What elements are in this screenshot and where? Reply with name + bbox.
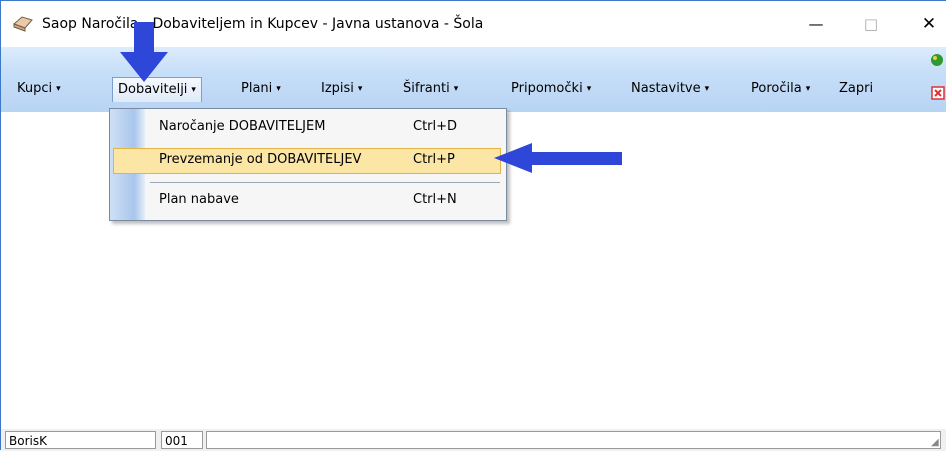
- arrow-left-annotation: [494, 143, 622, 173]
- dropdown-item-prevzemanje[interactable]: Prevzemanje od DOBAVITELJEV Ctrl+P: [113, 148, 501, 174]
- menu-izpisi[interactable]: Izpisi ▾: [321, 79, 362, 99]
- window-title: Saop Naročila - Dobaviteljem in Kupcev -…: [42, 16, 484, 32]
- dropdown-item-shortcut: Ctrl+D: [413, 119, 458, 134]
- dropdown-separator: [150, 182, 500, 183]
- menu-porocila-label: Poročila: [751, 81, 802, 96]
- chevron-down-icon: ▾: [586, 84, 592, 94]
- menu-zapri[interactable]: Zapri: [839, 79, 873, 99]
- status-message: [206, 431, 941, 449]
- dropdown-item-shortcut: Ctrl+P: [413, 152, 455, 167]
- dropdown-item-narocanje[interactable]: Naročanje DOBAVITELJEM Ctrl+D: [110, 116, 506, 140]
- menu-plani[interactable]: Plani ▾: [241, 79, 281, 99]
- chevron-down-icon: ▾: [704, 84, 710, 94]
- chevron-down-icon: ▾: [56, 84, 61, 94]
- menu-plani-label: Plani: [241, 81, 273, 96]
- menu-kupci[interactable]: Kupci ▾: [17, 79, 61, 99]
- menu-zapri-label: Zapri: [839, 81, 874, 96]
- chevron-down-icon: ▾: [276, 84, 281, 94]
- menu-nastavitve[interactable]: Nastavitve ▾: [631, 79, 709, 99]
- menu-sifranti[interactable]: Šifranti ▾: [403, 79, 458, 99]
- minimize-button[interactable]: —: [801, 11, 831, 37]
- dobavitelji-dropdown: Naročanje DOBAVITELJEM Ctrl+D Prevzemanj…: [109, 108, 507, 221]
- resize-grip-icon[interactable]: ◢: [931, 437, 939, 448]
- menu-porocila[interactable]: Poročila ▾: [751, 79, 810, 99]
- close-button[interactable]: ✕: [914, 11, 944, 37]
- dropdown-item-shortcut: Ctrl+N: [413, 192, 457, 207]
- dropdown-item-label: Plan nabave: [159, 192, 239, 207]
- status-user: BorisK: [5, 431, 156, 449]
- menu-pripomocki[interactable]: Pripomočki ▾: [511, 79, 591, 99]
- arrow-down-annotation: [120, 22, 168, 82]
- dropdown-item-plan-nabave[interactable]: Plan nabave Ctrl+N: [110, 189, 506, 213]
- dropdown-item-label: Naročanje DOBAVITELJEM: [159, 119, 326, 134]
- chevron-down-icon: ▾: [453, 84, 459, 94]
- chevron-down-icon: ▾: [357, 84, 363, 94]
- menu-pripomocki-label: Pripomočki: [511, 81, 583, 96]
- chevron-down-icon: ▾: [805, 84, 811, 94]
- menu-dobavitelji-label: Dobavitelji: [118, 82, 188, 97]
- dropdown-item-label: Prevzemanje od DOBAVITELJEV: [159, 152, 362, 167]
- app-icon: [13, 16, 33, 32]
- maximize-button[interactable]: □: [856, 11, 886, 37]
- green-icon[interactable]: [930, 53, 944, 67]
- menu-nastavitve-label: Nastavitve: [631, 81, 701, 96]
- menu-izpisi-label: Izpisi: [321, 81, 354, 96]
- status-code: 001: [161, 431, 203, 449]
- chevron-down-icon: ▾: [191, 85, 196, 95]
- menu-sifranti-label: Šifranti: [403, 81, 450, 96]
- close-doc-icon[interactable]: [931, 86, 945, 100]
- menu-kupci-label: Kupci: [17, 81, 53, 96]
